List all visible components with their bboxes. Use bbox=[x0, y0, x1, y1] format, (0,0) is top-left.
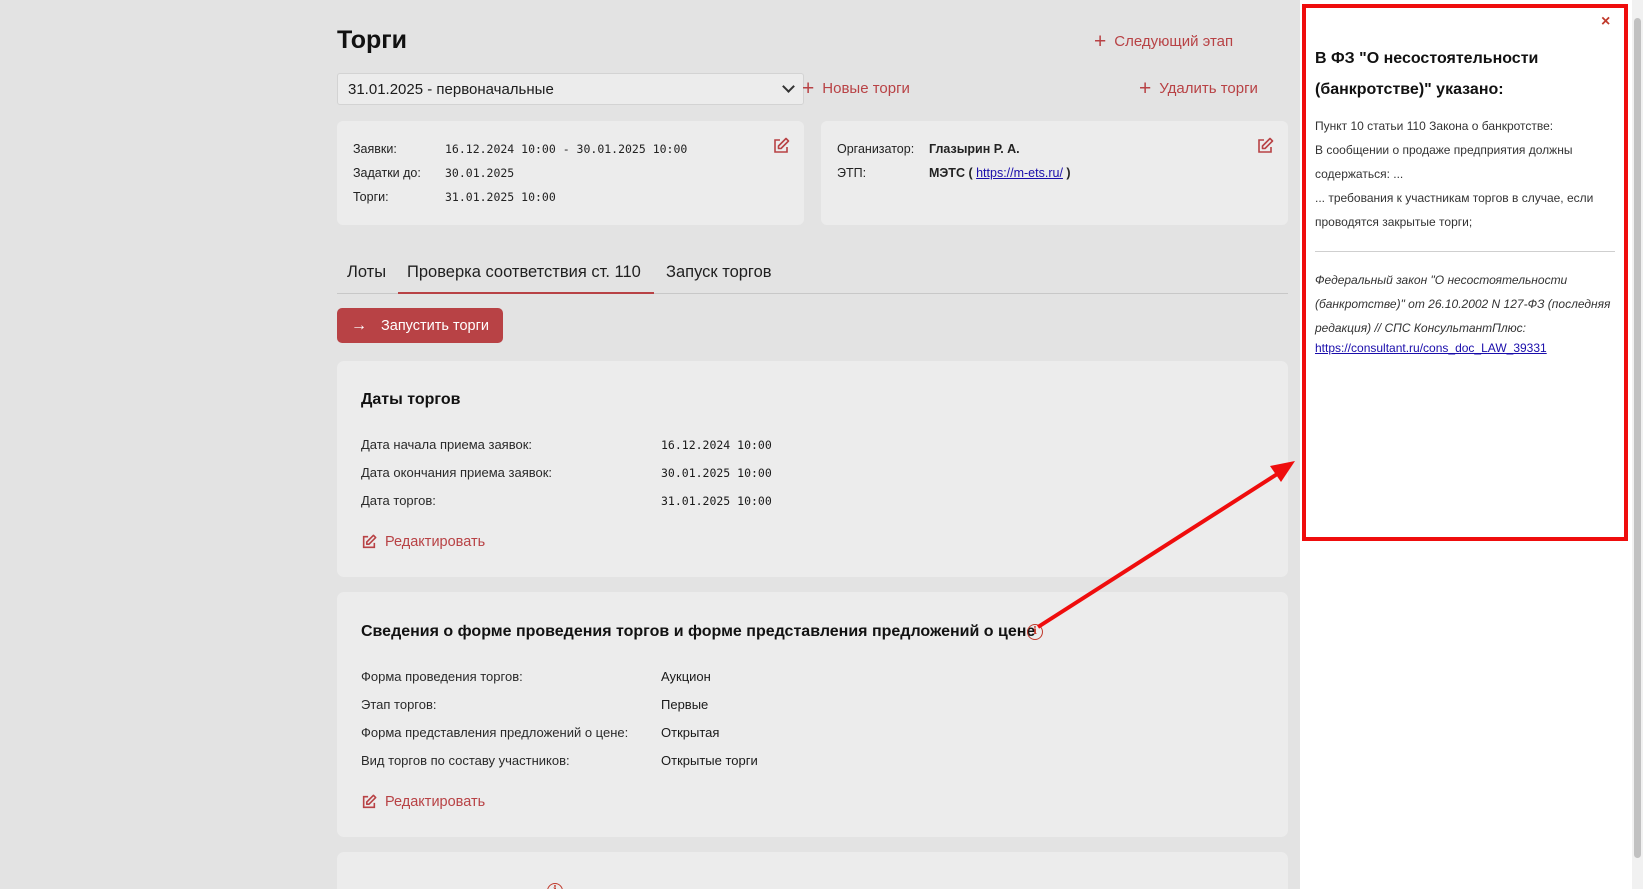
field-value: 31.01.2025 10:00 bbox=[661, 494, 772, 508]
field-label: Дата начала приема заявок: bbox=[361, 437, 533, 452]
plus-icon: + bbox=[1139, 77, 1152, 100]
start-auction-label: Запустить торги bbox=[381, 317, 489, 334]
panel-paragraph: В сообщении о продаже предприятия должны… bbox=[1315, 143, 1573, 181]
dates-card-label: Торги: bbox=[353, 190, 389, 204]
auction-select[interactable]: 31.01.2025 - первоначальные bbox=[337, 73, 804, 105]
field-value: 16.12.2024 10:00 bbox=[661, 438, 772, 452]
edit-form-button[interactable]: Редактировать bbox=[361, 794, 485, 810]
dates-card-value: 16.12.2024 10:00 - 30.01.2025 10:00 bbox=[445, 142, 688, 156]
panel-title: В ФЗ "О несостоятельности (банкротстве)"… bbox=[1315, 50, 1539, 98]
section-next: i bbox=[337, 852, 1288, 889]
dates-card-value: 31.01.2025 10:00 bbox=[445, 190, 556, 204]
edit-icon[interactable] bbox=[772, 137, 790, 155]
etp-name: МЭТС ( bbox=[929, 166, 973, 180]
section-title: Сведения о форме проведения торгов и фор… bbox=[361, 623, 1036, 640]
delete-auction-button[interactable]: + Удалить торги bbox=[1139, 78, 1258, 99]
section-auction-form: Сведения о форме проведения торгов и фор… bbox=[337, 592, 1288, 837]
tab-compliance-check[interactable]: Проверка соответствия ст. 110 bbox=[398, 256, 654, 294]
arrow-right-icon: → bbox=[351, 316, 367, 334]
edit-icon bbox=[362, 794, 377, 809]
field-value: Первые bbox=[661, 697, 709, 712]
organizer-label: Организатор: bbox=[837, 142, 915, 156]
plus-icon: + bbox=[802, 77, 815, 100]
field-label: Форма представления предложений о цене: bbox=[361, 725, 629, 740]
consultant-link[interactable]: https://consultant.ru/cons_doc_LAW_39331 bbox=[1315, 341, 1547, 355]
close-icon[interactable]: × bbox=[1601, 13, 1610, 31]
edit-dates-button[interactable]: Редактировать bbox=[361, 534, 485, 550]
etp-label: ЭТП: bbox=[837, 166, 867, 180]
edit-icon[interactable] bbox=[1256, 137, 1274, 155]
next-stage-button[interactable]: + Следующий этап bbox=[1094, 31, 1233, 52]
scrollbar-thumb[interactable] bbox=[1634, 18, 1641, 858]
organizer-card: Организатор: Глазырин Р. А. ЭТП: МЭТС ( … bbox=[821, 121, 1288, 225]
dates-card: Заявки: 16.12.2024 10:00 - 30.01.2025 10… bbox=[337, 121, 804, 225]
panel-citation: Федеральный закон "О несостоятельности (… bbox=[1315, 273, 1611, 335]
next-stage-label: Следующий этап bbox=[1114, 33, 1234, 50]
panel-paragraph: ... требования к участникам торгов в слу… bbox=[1315, 191, 1594, 229]
main-content: Торги + Следующий этап 31.01.2025 - перв… bbox=[337, 0, 1288, 889]
edit-icon bbox=[362, 534, 377, 549]
dates-card-label: Заявки: bbox=[353, 142, 397, 156]
panel-paragraph: Пункт 10 статьи 110 Закона о банкротстве… bbox=[1315, 119, 1554, 133]
auction-select-value: 31.01.2025 - первоначальные bbox=[348, 80, 554, 98]
edit-label: Редактировать bbox=[385, 534, 486, 550]
tab-start-auction[interactable]: Запуск торгов bbox=[666, 256, 772, 294]
edit-label: Редактировать bbox=[385, 794, 486, 810]
field-label: Дата окончания приема заявок: bbox=[361, 465, 553, 480]
start-auction-button[interactable]: → Запустить торги bbox=[337, 308, 503, 343]
field-value: 30.01.2025 10:00 bbox=[661, 466, 772, 480]
section-auction-dates: Даты торгов Дата начала приема заявок: 1… bbox=[337, 361, 1288, 577]
field-label: Дата торгов: bbox=[361, 493, 436, 508]
scrollbar[interactable] bbox=[1632, 0, 1643, 889]
new-auction-label: Новые торги bbox=[822, 80, 910, 97]
page-title: Торги bbox=[337, 26, 408, 54]
divider bbox=[1315, 251, 1615, 252]
info-icon[interactable]: i bbox=[1027, 624, 1043, 640]
dates-card-label: Задатки до: bbox=[353, 166, 421, 180]
organizer-value: Глазырин Р. А. bbox=[929, 142, 1020, 156]
etp-suffix: ) bbox=[1066, 166, 1071, 180]
dates-card-value: 30.01.2025 bbox=[445, 166, 515, 180]
field-value: Открытая bbox=[661, 725, 720, 740]
field-label: Вид торгов по составу участников: bbox=[361, 753, 570, 768]
field-label: Форма проведения торгов: bbox=[361, 669, 523, 684]
chevron-down-icon bbox=[782, 80, 795, 93]
tab-bar: Лоты Проверка соответствия ст. 110 Запус… bbox=[337, 256, 1288, 294]
panel-text: Пункт 10 статьи 110 Закона о банкротстве… bbox=[1315, 114, 1621, 234]
field-value: Открытые торги bbox=[661, 753, 758, 768]
field-value: Аукцион bbox=[661, 669, 711, 684]
plus-icon: + bbox=[1094, 30, 1107, 53]
etp-link[interactable]: https://m-ets.ru/ bbox=[976, 166, 1063, 180]
field-label: Этап торгов: bbox=[361, 697, 437, 712]
etp-value: МЭТС ( https://m-ets.ru/ ) bbox=[929, 166, 1071, 180]
info-icon[interactable]: i bbox=[547, 883, 563, 889]
tab-lots[interactable]: Лоты bbox=[347, 256, 386, 294]
section-title: Даты торгов bbox=[361, 391, 461, 408]
delete-auction-label: Удалить торги bbox=[1159, 80, 1258, 97]
new-auction-button[interactable]: + Новые торги bbox=[802, 78, 910, 99]
